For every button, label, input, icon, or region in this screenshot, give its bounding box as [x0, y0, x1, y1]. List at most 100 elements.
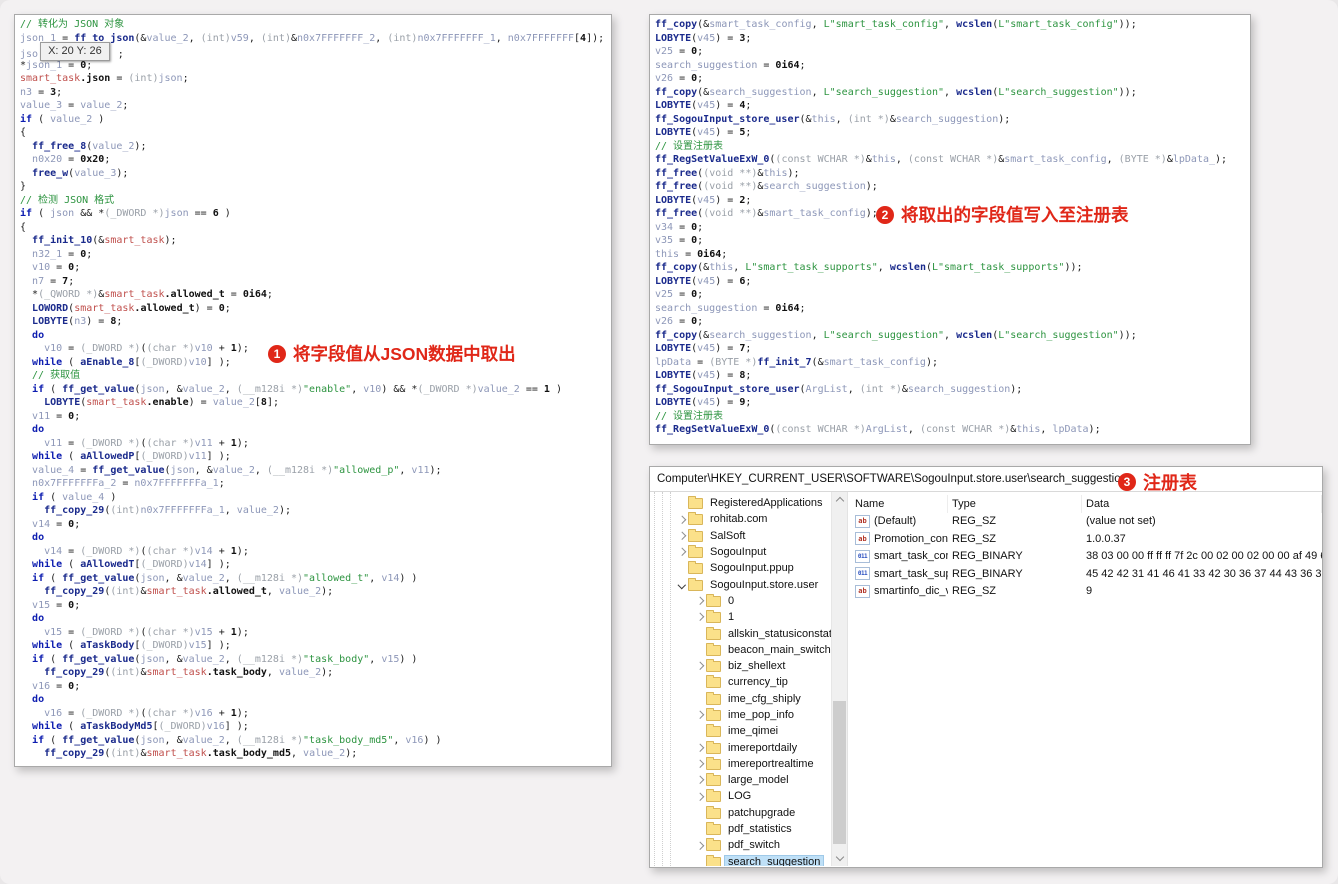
tree-item-0[interactable]: 0: [650, 593, 831, 609]
code-line: n32_1 = 0;: [20, 248, 611, 262]
chevron-right-icon[interactable]: [694, 711, 705, 719]
code-token: ff_copy_29: [44, 748, 105, 759]
code-token: n3: [20, 86, 33, 98]
chevron-right-icon[interactable]: [676, 515, 687, 524]
tree-item-pdf_switch[interactable]: pdf_switch: [650, 837, 831, 853]
column-header-data[interactable]: Data: [1082, 495, 1322, 513]
value-row-smart_task_config[interactable]: 011 smart_task_config REG_BINARY 38 03 00 0…: [848, 548, 1322, 566]
tree-item-SogouInput[interactable]: SogouInput: [650, 544, 831, 560]
tree-item-LOG[interactable]: LOG: [650, 788, 831, 804]
code-token: =: [50, 410, 69, 422]
tree-item-ime_cfg_shiply[interactable]: ime_cfg_shiply: [650, 691, 831, 707]
tree-item-rohitab.com[interactable]: rohitab.com: [650, 511, 831, 527]
tree-item-imereportrealtime[interactable]: imereportrealtime: [650, 756, 831, 772]
tree-item-SogouInput.store.user[interactable]: SogouInput.store.user: [650, 576, 831, 592]
tree-item-label: ime_cfg_shiply: [728, 692, 801, 705]
tree-item-label: SogouInput.ppup: [710, 562, 794, 575]
code-line: v11 = 0;: [20, 410, 611, 424]
value-row-smartinfo_dic_v...[interactable]: ab smartinfo_dic_v... REG_SZ 9: [848, 583, 1322, 601]
column-header-type[interactable]: Type: [948, 495, 1082, 513]
tree-item-label: SalSoft: [710, 529, 746, 542]
tree-item-RegisteredApplications[interactable]: RegisteredApplications: [650, 495, 831, 511]
tree-item-1[interactable]: 1: [650, 609, 831, 625]
chevron-right-icon[interactable]: [694, 597, 705, 605]
code-token: (_DWORD): [140, 451, 189, 462]
tree-item-ime_qimei[interactable]: ime_qimei: [650, 723, 831, 739]
code-token: ) =: [715, 194, 740, 206]
scroll-down-icon[interactable]: [835, 852, 844, 862]
code-token: "task_body": [303, 653, 370, 665]
code-token: =: [679, 248, 698, 260]
code-token: =: [224, 289, 243, 300]
tree-item-SalSoft[interactable]: SalSoft: [650, 528, 831, 544]
chevron-right-icon[interactable]: [694, 662, 705, 670]
chevron-right-icon[interactable]: [694, 792, 705, 801]
code-token: v11: [411, 464, 430, 476]
chevron-right-icon[interactable]: [694, 841, 705, 850]
code-line: *(_QWORD *)&smart_task.allowed_t = 0i64;: [20, 288, 611, 302]
chevron-right-icon[interactable]: [676, 548, 687, 556]
tree-item-beacon_main_switch[interactable]: beacon_main_switch: [650, 642, 831, 658]
chevron-right-icon[interactable]: [694, 613, 705, 622]
code-token: this: [1016, 424, 1041, 435]
value-row-smart_task_supp...[interactable]: 011 smart_task_supp... REG_BINARY 45 42 42 …: [848, 565, 1322, 583]
scroll-up-icon[interactable]: [835, 496, 844, 506]
code-line: v15 = 0;: [20, 599, 611, 613]
code-token: ;: [74, 518, 81, 530]
tree-item-large_model[interactable]: large_model: [650, 772, 831, 788]
code-token: ;: [68, 275, 75, 287]
tree-item-allskin_statusiconstatis[interactable]: allskin_statusiconstatis: [650, 625, 831, 641]
registry-address-bar[interactable]: Computer\HKEY_CURRENT_USER\SOFTWARE\Sogo…: [650, 467, 1322, 492]
column-header-name[interactable]: Name: [848, 495, 948, 513]
tree-item-search_suggestion[interactable]: search_suggestion: [650, 854, 831, 866]
tree-item-pdf_statistics[interactable]: pdf_statistics: [650, 821, 831, 837]
value-row-Promotion_conf...[interactable]: ab Promotion_conf... REG_SZ 1.0.0.37: [848, 530, 1322, 548]
code-token: lpData: [1052, 424, 1089, 435]
code-token: while: [32, 721, 63, 732]
code-token: ;: [116, 316, 123, 327]
value-row-(Default)[interactable]: ab (Default) REG_SZ (value not set): [848, 513, 1322, 531]
code-token: (int): [260, 32, 291, 44]
chevron-down-icon[interactable]: [676, 580, 687, 589]
code-token: ;: [122, 100, 129, 111]
tree-scrollbar[interactable]: [831, 492, 847, 866]
tree-item-biz_shellext[interactable]: biz_shellext: [650, 658, 831, 674]
tree-item-SogouInput.ppup[interactable]: SogouInput.ppup: [650, 560, 831, 576]
code-line: ff_copy_29((int)n0x7FFFFFFFa_1, value_2)…: [20, 504, 611, 518]
chevron-right-icon[interactable]: [694, 760, 705, 768]
tree-item-patchupgrade[interactable]: patchupgrade: [650, 805, 831, 821]
code-token: LOBYTE: [655, 370, 692, 381]
code-line: LOBYTE(v45) = 5;: [655, 126, 1250, 140]
code-token: ]);: [586, 32, 605, 44]
code-token: (_DWORD *): [80, 437, 141, 449]
tree-item-imereportdaily[interactable]: imereportdaily: [650, 739, 831, 755]
value-data: 1.0.0.37: [1086, 532, 1126, 545]
code-line: ff_copy(&search_suggestion, L"search_sug…: [655, 86, 1250, 100]
code-token: v45: [697, 194, 716, 206]
scrollbar-thumb[interactable]: [833, 701, 846, 844]
code-token: (: [44, 734, 63, 746]
code-token: // 转化为 JSON 对象: [20, 19, 125, 30]
code-token: search_suggestion: [895, 113, 999, 125]
code-token: n0x7FFFFFFFa_1: [140, 505, 225, 516]
code-token: ==: [519, 383, 544, 395]
tree-item-currency_tip[interactable]: currency_tip: [650, 674, 831, 690]
value-name: smart_task_config: [874, 550, 948, 563]
code-token: json: [140, 383, 165, 395]
chevron-right-icon[interactable]: [694, 776, 705, 785]
tree-item-label: search_suggestion: [723, 854, 825, 866]
code-token: json: [50, 208, 75, 219]
code-token: =: [757, 59, 776, 71]
tree-item-ime_pop_info[interactable]: ime_pop_info: [650, 707, 831, 723]
code-token: v10: [44, 343, 63, 354]
code-token: );: [116, 167, 129, 179]
chevron-right-icon[interactable]: [694, 743, 705, 752]
chevron-right-icon[interactable]: [676, 531, 687, 540]
code-token: L"search_suggestion": [998, 86, 1119, 98]
